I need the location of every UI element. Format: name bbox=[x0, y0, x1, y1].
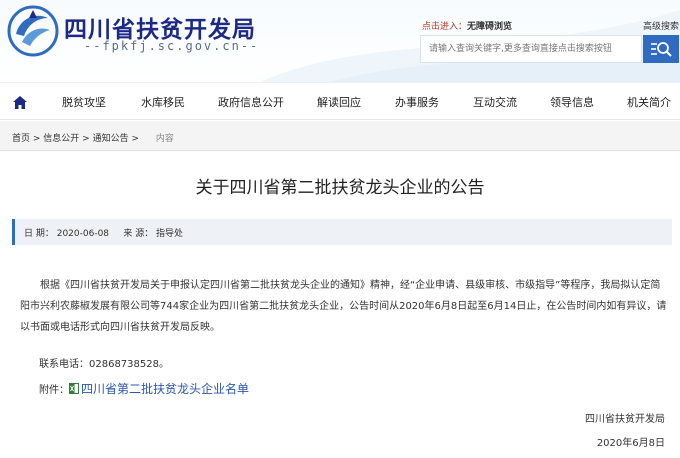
nav-item-government-info[interactable]: 政府信息公开 bbox=[218, 94, 284, 110]
search-icon bbox=[651, 42, 672, 57]
article-signature-date: 2020年6月8日 bbox=[596, 438, 665, 449]
breadcrumb-info-public[interactable]: 信息公开 bbox=[43, 134, 79, 144]
accessibility-link[interactable]: 无障碍浏览 bbox=[467, 22, 512, 32]
breadcrumb-separator: > bbox=[128, 134, 142, 144]
breadcrumb-home[interactable]: 首页 bbox=[12, 134, 30, 144]
advanced-search-link[interactable]: 高级搜索 bbox=[643, 19, 679, 32]
search-box bbox=[420, 35, 642, 63]
accessibility-prefix: 点击进入： bbox=[422, 22, 468, 32]
article-signature-org: 四川省扶贫开发局 bbox=[585, 414, 665, 425]
breadcrumb-current: 内容 bbox=[155, 134, 174, 144]
nav-item-reservoir-resettlement[interactable]: 水库移民 bbox=[141, 94, 185, 110]
article-title: 关于四川省第二批扶贫龙头企业的公告 bbox=[195, 178, 485, 198]
search-button[interactable] bbox=[643, 35, 679, 63]
nav-item-interaction[interactable]: 互动交流 bbox=[473, 94, 517, 110]
article-meta: 日 期： 2020-06-08 来 源： 指导处 bbox=[24, 229, 184, 239]
breadcrumb: 首页 > 信息公开 > 通知公告 > 内容 bbox=[12, 131, 174, 144]
nav-item-poverty-alleviation[interactable]: 脱贫攻坚 bbox=[62, 94, 106, 110]
article-paragraph: 根据《四川省扶贫开发局关于申报认定四川省第二批扶贫龙头企业的通知》精神，经“企业… bbox=[20, 280, 667, 333]
breadcrumb-notices[interactable]: 通知公告 bbox=[93, 134, 129, 144]
article-contact: 联系电话：02868738528。 bbox=[39, 359, 169, 370]
site-domain: --fpkfj.sc.gov.cn-- bbox=[84, 39, 260, 53]
nav-item-interpretation[interactable]: 解读回应 bbox=[317, 94, 361, 110]
excel-file-icon bbox=[69, 383, 79, 394]
nav-item-leadership[interactable]: 领导信息 bbox=[550, 94, 594, 110]
search-input[interactable] bbox=[421, 36, 641, 62]
article-attachment: 附件： 四川省第二批扶贫龙头企业名单 bbox=[39, 380, 249, 397]
article-body: 根据《四川省扶贫开发局关于申报认定四川省第二批扶贫龙头企业的通知》精神，经“企业… bbox=[20, 275, 670, 338]
nav-item-services[interactable]: 办事服务 bbox=[395, 94, 439, 110]
home-icon bbox=[13, 95, 27, 109]
attachment-link[interactable]: 四川省第二批扶贫龙头企业名单 bbox=[81, 380, 249, 397]
accessibility-entry: 点击进入：无障碍浏览 bbox=[422, 19, 512, 32]
site-header: 四川省扶贫开发局 --fpkfj.sc.gov.cn-- 点击进入：无障碍浏览 … bbox=[0, 0, 680, 82]
logo-emblem[interactable] bbox=[6, 4, 60, 58]
nav-home[interactable] bbox=[10, 92, 30, 112]
main-nav: 脱贫攻坚 水库移民 政府信息公开 解读回应 办事服务 互动交流 领导信息 机关简… bbox=[0, 82, 680, 120]
breadcrumb-bar: 首页 > 信息公开 > 通知公告 > 内容 bbox=[0, 121, 680, 151]
article-meta-bar: 日 期： 2020-06-08 来 源： 指导处 bbox=[12, 219, 672, 245]
nav-item-about[interactable]: 机关简介 bbox=[627, 94, 671, 110]
breadcrumb-separator: > bbox=[30, 134, 44, 144]
breadcrumb-separator: > bbox=[79, 134, 93, 144]
attachment-label: 附件： bbox=[39, 385, 69, 396]
